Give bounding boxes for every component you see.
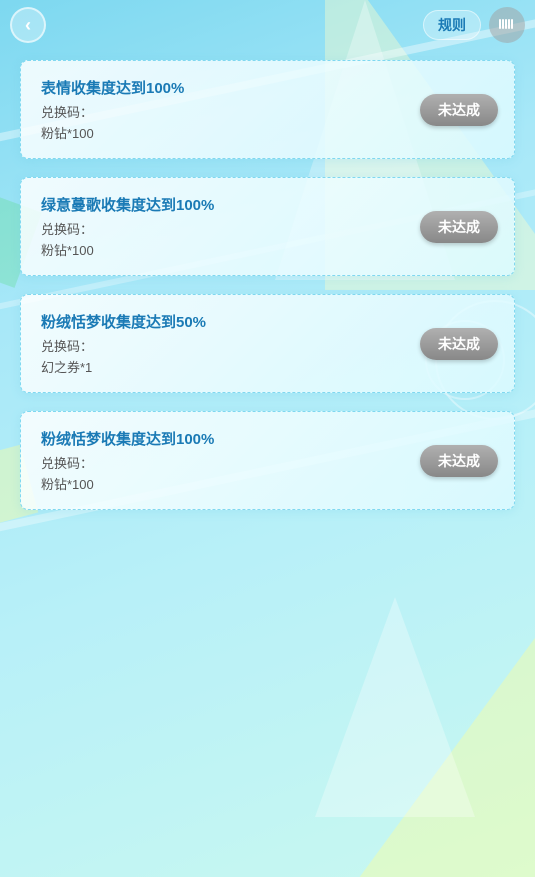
task-card-2: 绿意蔓歌收集度达到100% 兑换码： 粉钻*100 未达成	[20, 177, 515, 276]
task-card-4: 粉绒恬梦收集度达到100% 兑换码： 粉钻*100 未达成	[20, 411, 515, 510]
music-icon	[497, 15, 517, 35]
task-card-3: 粉绒恬梦收集度达到50% 兑换码： 幻之券*1 未达成	[20, 294, 515, 393]
task-title-3: 粉绒恬梦收集度达到50%	[41, 311, 494, 332]
bg-shape-3	[345, 597, 535, 877]
task-title-1: 表情收集度达到100%	[41, 77, 494, 98]
task-btn-4[interactable]: 未达成	[420, 445, 498, 477]
music-button[interactable]	[489, 7, 525, 43]
top-right-actions: 规则	[423, 7, 525, 43]
bg-shape-4	[315, 597, 475, 817]
back-button[interactable]: ‹	[10, 7, 46, 43]
task-card-1: 表情收集度达到100% 兑换码： 粉钻*100 未达成	[20, 60, 515, 159]
task-btn-3[interactable]: 未达成	[420, 328, 498, 360]
task-reward-1: 粉钻*100	[41, 123, 494, 142]
rules-button[interactable]: 规则	[423, 10, 481, 40]
task-title-2: 绿意蔓歌收集度达到100%	[41, 194, 494, 215]
top-bar: ‹ 规则	[0, 0, 535, 50]
task-reward-3: 幻之券*1	[41, 357, 494, 376]
task-btn-2[interactable]: 未达成	[420, 211, 498, 243]
task-reward-2: 粉钻*100	[41, 240, 494, 259]
task-list: 表情收集度达到100% 兑换码： 粉钻*100 未达成 绿意蔓歌收集度达到100…	[0, 50, 535, 520]
task-btn-1[interactable]: 未达成	[420, 94, 498, 126]
task-reward-4: 粉钻*100	[41, 474, 494, 493]
task-title-4: 粉绒恬梦收集度达到100%	[41, 428, 494, 449]
